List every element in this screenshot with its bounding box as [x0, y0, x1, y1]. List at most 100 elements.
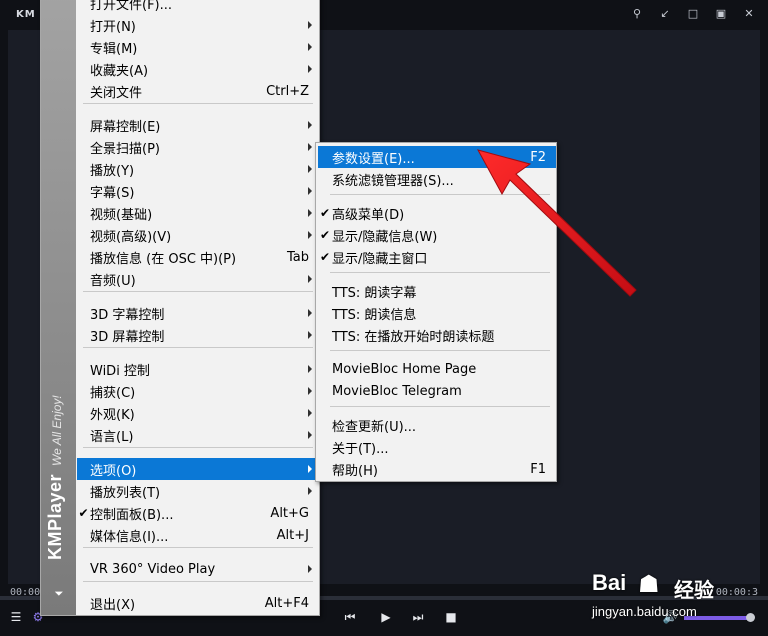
menu-item-label: 控制面板(B)... [90, 507, 174, 523]
menu-item-label: 语言(L) [90, 429, 134, 445]
menu-item-label: 外观(K) [90, 407, 135, 423]
menu-separator [83, 347, 313, 348]
menu-item-label: 音频(U) [90, 273, 136, 289]
submenu-arrow-icon [308, 331, 312, 339]
left-border [0, 30, 8, 600]
menu-item-label: 3D 屏幕控制 [90, 329, 165, 345]
menu-item[interactable]: 打开文件(F)... [77, 0, 319, 14]
right-border [760, 30, 768, 600]
menu-item[interactable]: WiDi 控制 [77, 358, 319, 380]
menu-item[interactable]: 播放信息 (在 OSC 中)(P) Tab [77, 246, 319, 268]
watermark-url: jingyan.baidu.com [592, 604, 697, 619]
minimize-icon[interactable]: □ [686, 7, 700, 21]
submenu-item[interactable]: 检查更新(U)... [318, 414, 556, 436]
submenu-item-label: 检查更新(U)... [332, 419, 417, 435]
menu-item[interactable]: 3D 屏幕控制 [77, 324, 319, 346]
menu-item[interactable]: 播放列表(T) [77, 480, 319, 502]
menu-item[interactable]: 音频(U) [77, 268, 319, 290]
checkmark-icon: ✔ [319, 250, 331, 264]
pin-icon[interactable]: ⚲ [630, 7, 644, 21]
submenu-arrow-icon [308, 387, 312, 395]
watermark-logo: Bai [592, 570, 627, 595]
menu-item[interactable]: 媒体信息(I)... Alt+J [77, 524, 319, 546]
menu-item[interactable]: 专辑(M) [77, 36, 319, 58]
checkmark-icon: ✔ [319, 206, 331, 220]
submenu-item[interactable]: MovieBloc Home Page [318, 358, 556, 380]
menu-item[interactable]: 退出(X) Alt+F4 [77, 592, 319, 614]
watermark-text: 经验 [674, 578, 714, 602]
menu-item-label: 退出(X) [90, 597, 136, 613]
submenu-arrow-icon [308, 209, 312, 217]
menu-separator [83, 447, 313, 448]
submenu-item-shortcut: F1 [530, 461, 546, 477]
menu-item-label: WiDi 控制 [90, 363, 150, 379]
menu-separator [330, 350, 550, 351]
menu-brand-strip: KMPlayer We All Enjoy! ⏷ [41, 0, 76, 615]
submenu-arrow-icon [308, 21, 312, 29]
submenu-arrow-icon [308, 275, 312, 283]
menu-item[interactable]: 选项(O) [77, 458, 319, 480]
menu-item[interactable]: 字幕(S) [77, 180, 319, 202]
submenu-arrow-icon [308, 487, 312, 495]
menu-separator [83, 291, 313, 292]
menu-item[interactable]: 播放(Y) [77, 158, 319, 180]
menu-item-label: 专辑(M) [90, 41, 138, 57]
menu-item[interactable]: 视频(高级)(V) [77, 224, 319, 246]
menu-item[interactable]: 屏幕控制(E) [77, 114, 319, 136]
menu-item[interactable]: 打开(N) [77, 14, 319, 36]
previous-track-icon[interactable]: ⏮ [342, 610, 358, 624]
menu-item-shortcut: Ctrl+Z [266, 83, 309, 99]
submenu-item-label: TTS: 在播放开始时朗读标题 [332, 329, 495, 345]
submenu-item[interactable]: TTS: 在播放开始时朗读标题 [318, 324, 556, 346]
play-icon[interactable]: ▶ [378, 610, 394, 624]
submenu-item[interactable]: MovieBloc Telegram [318, 380, 556, 402]
menu-separator [83, 547, 313, 548]
menu-item-label: 屏幕控制(E) [90, 119, 161, 135]
menu-separator [83, 103, 313, 104]
context-menu: KMPlayer We All Enjoy! ⏷ 打开文件(F)... 打开(N) 专… [40, 0, 320, 616]
submenu-item-label: 帮助(H) [332, 463, 378, 479]
submenu-item-label: 关于(T)... [332, 441, 389, 457]
playlist-icon[interactable]: ☰ [8, 610, 24, 624]
menu-item[interactable]: 3D 字幕控制 [77, 302, 319, 324]
menu-item[interactable]: 外观(K) [77, 402, 319, 424]
menu-item-label: 播放信息 (在 OSC 中)(P) [90, 251, 237, 267]
menu-item[interactable]: ✔ 控制面板(B)... Alt+G [77, 502, 319, 524]
menu-separator [330, 406, 550, 407]
stop-icon[interactable]: ■ [443, 610, 459, 624]
maximize-icon[interactable]: ▣ [714, 7, 728, 21]
submenu-arrow-icon [308, 231, 312, 239]
menu-item-label: 媒体信息(I)... [90, 529, 169, 545]
menu-item[interactable]: 全景扫描(P) [77, 136, 319, 158]
submenu-arrow-icon [308, 431, 312, 439]
menu-item-label: 播放列表(T) [90, 485, 161, 501]
menu-item-label: 捕获(C) [90, 385, 136, 401]
brand-tagline: We All Enjoy! [50, 395, 64, 466]
next-track-icon[interactable]: ⏭ [410, 610, 426, 624]
submenu-item-label: MovieBloc Home Page [332, 361, 477, 377]
menu-item[interactable]: VR 360° Video Play [77, 558, 319, 580]
menu-item[interactable]: 收藏夹(A) [77, 58, 319, 80]
menu-item[interactable]: 关闭文件 Ctrl+Z [77, 80, 319, 102]
shrink-icon[interactable]: ↙ [658, 7, 672, 21]
paw-icon: ☗ [638, 570, 660, 598]
close-icon[interactable]: ✕ [742, 7, 756, 21]
menu-item[interactable]: 视频(基础) [77, 202, 319, 224]
menu-item[interactable]: 语言(L) [77, 424, 319, 446]
submenu-item[interactable]: 帮助(H) F1 [318, 458, 556, 480]
window-controls: ⚲ ↙ □ ▣ ✕ [630, 7, 756, 21]
checkmark-icon: ✔ [319, 228, 331, 242]
menu-item[interactable]: 捕获(C) [77, 380, 319, 402]
annotation-arrow-icon [477, 149, 637, 297]
baidu-watermark: Bai ☗ 经验 jingyan.baidu.com [592, 570, 762, 630]
menu-item-label: 视频(高级)(V) [90, 229, 172, 245]
menu-item-label: 3D 字幕控制 [90, 307, 165, 323]
menu-item-shortcut: Alt+G [270, 505, 309, 521]
submenu-item[interactable]: 关于(T)... [318, 436, 556, 458]
menu-item-label: VR 360° Video Play [90, 561, 216, 577]
menu-item-label: 打开文件(F)... [90, 0, 173, 13]
menu-item-label: 选项(O) [90, 463, 137, 479]
menu-item-label: 关闭文件 [90, 85, 143, 101]
menu-item-label: 字幕(S) [90, 185, 135, 201]
menu-item-label: 视频(基础) [90, 207, 153, 223]
